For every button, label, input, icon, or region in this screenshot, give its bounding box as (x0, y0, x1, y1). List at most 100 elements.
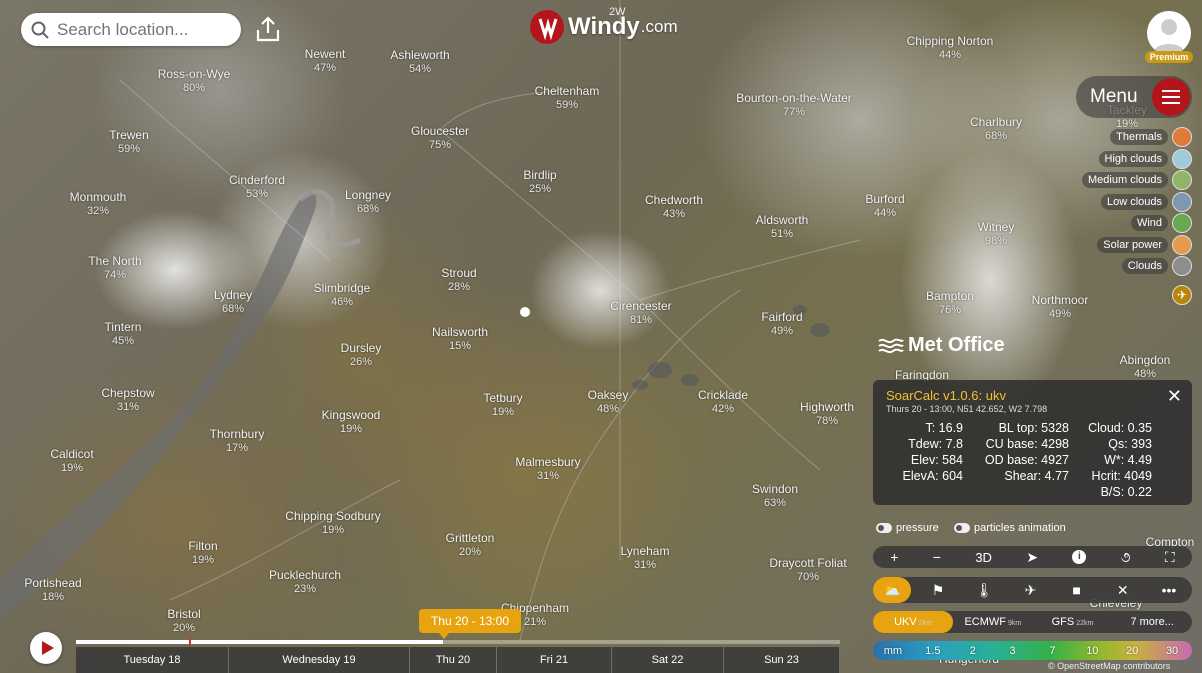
avatar[interactable] (1147, 11, 1191, 55)
layer-flight[interactable]: ✈ (1172, 285, 1192, 305)
play-button[interactable] (30, 632, 62, 664)
legend-unit: mm (883, 644, 903, 657)
hurricane-icon[interactable]: ૭ (1121, 549, 1131, 566)
locate-icon[interactable]: ➤ (1026, 549, 1038, 566)
cloud-percentage: 49% (770, 325, 794, 337)
town-name: Aldsworth (755, 213, 809, 227)
zoom-in-button[interactable]: + (890, 549, 898, 565)
town-label: Malmesbury 31% (515, 455, 580, 483)
cloud-percentage: 19% (321, 524, 345, 536)
cloud-percentage: 54% (408, 63, 432, 75)
legend-tick: 30 (1165, 644, 1179, 657)
layer-item[interactable]: Thermals (1110, 127, 1192, 147)
cloud-percentage: 20% (172, 622, 196, 634)
soarcalc-qs: Qs: 393 (1108, 437, 1152, 451)
town-label: Birdlip 25% (523, 168, 556, 196)
timeline-day[interactable]: Fri 21 (497, 647, 612, 673)
layer-item[interactable]: Clouds (1121, 256, 1192, 276)
town-name: Malmesbury (515, 455, 581, 469)
town-name: Chipping Sodbury (285, 509, 381, 523)
thermometer-icon[interactable]: 🌡 (961, 582, 1007, 599)
particles-toggle[interactable]: particles animation (954, 522, 1066, 534)
cloud-percentage: 45% (111, 335, 135, 347)
layer-label: Clouds (1121, 258, 1168, 274)
menu-button[interactable]: Menu (1076, 76, 1192, 118)
cloud-percentage: 31% (633, 559, 657, 571)
layer-item[interactable]: High clouds (1098, 148, 1192, 169)
weather-icon[interactable]: ⛅ (873, 577, 911, 603)
town-label: Tintern 45% (105, 320, 142, 348)
cloud-percentage: 44% (938, 49, 962, 61)
close-icon[interactable]: ✕ (1167, 386, 1182, 407)
town-name: Birdlip (523, 168, 557, 182)
soarcalc-col-3: Cloud: 0.35 Qs: 393 W*: 4.49 Hcrit: 4049… (1073, 420, 1152, 500)
model-ecmwf[interactable]: ECMWF 9km (953, 616, 1033, 628)
timeline-day[interactable]: Sat 22 (612, 647, 724, 673)
menu-label: Menu (1090, 86, 1138, 107)
search-input[interactable] (57, 19, 227, 40)
town-name: Fairford (761, 310, 803, 324)
model-ukv[interactable]: UKV 2km (873, 611, 953, 633)
town-name: Thornbury (209, 427, 265, 441)
fullscreen-icon[interactable]: ⛶ (1165, 549, 1175, 566)
layer-item[interactable]: Solar power (1097, 234, 1192, 255)
cloud-percentage: 25% (528, 183, 552, 195)
legend-tick: 3 (1009, 644, 1016, 657)
timeline-day[interactable]: Sun 23 (724, 647, 840, 673)
soarcalc-panel: SoarCalc v1.0.6: ukv Thurs 20 - 13:00, N… (873, 380, 1192, 505)
more-icon[interactable]: ••• (1146, 582, 1192, 598)
timeline-now-marker (189, 638, 191, 646)
search-box[interactable] (21, 13, 241, 46)
timeline-day[interactable]: Thu 20 (410, 647, 497, 673)
info-icon[interactable]: i (1072, 550, 1087, 564)
town-name: Tintern (104, 320, 142, 334)
town-label: Nailsworth 15% (432, 325, 488, 353)
location-marker[interactable] (520, 307, 530, 317)
town-label: Trewen 59% (109, 128, 149, 156)
brand-name: Windy (568, 13, 640, 40)
cloud-percentage: 44% (873, 207, 897, 219)
town-label: Longney 68% (345, 188, 391, 216)
hamburger-icon (1152, 78, 1190, 116)
premium-badge: Premium (1145, 51, 1193, 63)
cloud-percentage: 81% (629, 314, 653, 326)
airplane-icon[interactable]: ✈ (1007, 582, 1053, 599)
layer-item[interactable]: Medium clouds (1082, 170, 1192, 190)
layer-item[interactable]: Wind (1130, 213, 1192, 233)
town-name: Charlbury (969, 115, 1023, 129)
weather-map[interactable]: 2W Newent 47% Ashleworth 54% Ross-on-Wye 80% G… (0, 0, 1202, 673)
attribution: © OpenStreetMap contributors (1048, 661, 1171, 671)
town-name: Witney (977, 220, 1015, 234)
timeline-bar[interactable] (76, 638, 840, 646)
camera-icon[interactable]: ■ (1054, 582, 1100, 598)
flag-icon[interactable]: ⚑ (915, 582, 961, 599)
close-icon[interactable]: ✕ (1100, 582, 1146, 599)
particles-label: particles animation (974, 522, 1066, 534)
overlay-tools: ⛅ ⚑ 🌡 ✈ ■ ✕ ••• (873, 577, 1192, 603)
share-icon[interactable] (253, 14, 283, 44)
town-label: Burford 44% (865, 192, 904, 220)
toggle-switch (954, 523, 970, 533)
cloud-percentage: 77% (782, 106, 806, 118)
zoom-out-button[interactable]: − (933, 549, 941, 565)
town-label: Slimbridge 46% (314, 281, 371, 309)
timeline-day[interactable]: Wednesday 19 (229, 647, 410, 673)
color-legend: mm 1.5 2 3 7 10 20 30 (873, 641, 1192, 660)
3d-button[interactable]: 3D (975, 550, 992, 565)
town-name: Gloucester (410, 124, 470, 138)
timeline-day[interactable]: Tuesday 18 (76, 647, 229, 673)
windy-logo[interactable]: Windy .com (530, 10, 678, 44)
legend-tick: 1.5 (925, 644, 941, 657)
town-name: Lydney (213, 288, 253, 302)
town-name: Chepstow (101, 386, 155, 400)
map-terrain (0, 0, 861, 641)
model-more[interactable]: 7 more... (1112, 616, 1192, 628)
town-label: Northmoor 49% (1032, 293, 1089, 321)
model-gfs[interactable]: GFS 22km (1033, 616, 1113, 628)
town-label: Witney 98% (978, 220, 1015, 248)
pressure-toggle[interactable]: pressure (876, 522, 939, 534)
timeline-current-time[interactable]: Thu 20 - 13:00 (419, 609, 521, 639)
cloud-percentage: 46% (330, 296, 354, 308)
layer-item[interactable]: Low clouds (1100, 191, 1192, 212)
cloud-percentage: 47% (313, 62, 337, 74)
